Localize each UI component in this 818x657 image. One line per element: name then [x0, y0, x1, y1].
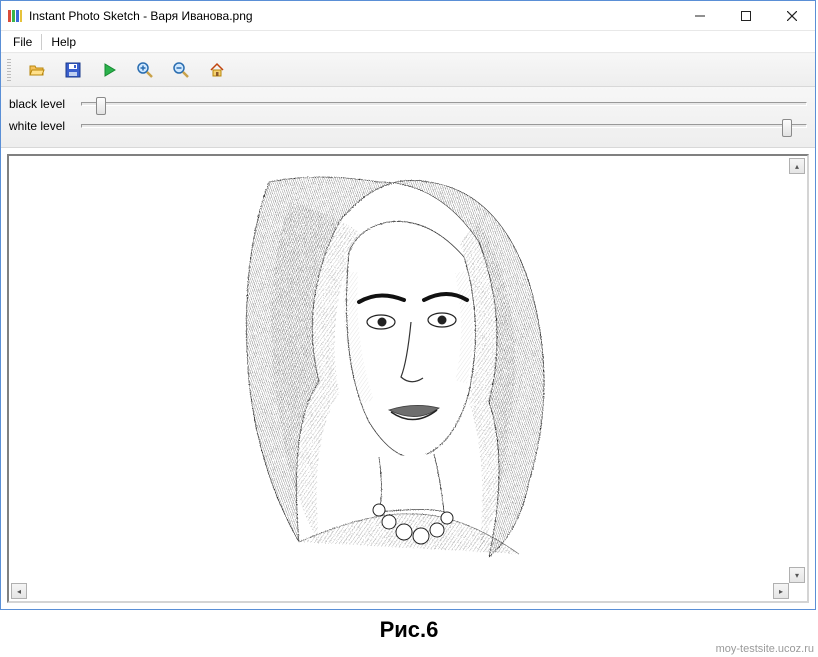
- black-level-row: black level: [9, 93, 807, 115]
- canvas-area[interactable]: ▴ ▾ ◂ ▸: [7, 154, 809, 603]
- scroll-down-button[interactable]: ▾: [789, 567, 805, 583]
- run-button[interactable]: [97, 58, 121, 82]
- menu-file[interactable]: File: [5, 33, 40, 51]
- titlebar: Instant Photo Sketch - Варя Иванова.png: [1, 1, 815, 31]
- close-button[interactable]: [769, 1, 815, 30]
- home-button[interactable]: [205, 58, 229, 82]
- menu-separator: [41, 34, 42, 50]
- figure-caption: Рис.6: [0, 617, 818, 643]
- zoom-out-button[interactable]: [169, 58, 193, 82]
- menubar: File Help: [1, 31, 815, 53]
- scroll-left-button[interactable]: ◂: [11, 583, 27, 599]
- sliders-panel: black level white level: [1, 87, 815, 148]
- white-level-label: white level: [9, 119, 75, 133]
- window-controls: [677, 1, 815, 30]
- sketch-image: [229, 162, 555, 562]
- app-window: Instant Photo Sketch - Варя Иванова.png …: [0, 0, 816, 610]
- open-button[interactable]: [25, 58, 49, 82]
- black-level-thumb[interactable]: [96, 97, 106, 115]
- save-button[interactable]: [61, 58, 85, 82]
- toolbar: [1, 53, 815, 87]
- white-level-row: white level: [9, 115, 807, 137]
- watermark: moy-testsite.ucoz.ru: [716, 643, 814, 655]
- white-level-thumb[interactable]: [782, 119, 792, 137]
- scroll-right-button[interactable]: ▸: [773, 583, 789, 599]
- maximize-button[interactable]: [723, 1, 769, 30]
- white-level-slider[interactable]: [81, 124, 807, 128]
- scroll-up-button[interactable]: ▴: [789, 158, 805, 174]
- toolbar-grip: [7, 59, 11, 81]
- minimize-button[interactable]: [677, 1, 723, 30]
- black-level-slider[interactable]: [81, 102, 807, 106]
- black-level-label: black level: [9, 97, 75, 111]
- zoom-in-button[interactable]: [133, 58, 157, 82]
- app-icon: [7, 8, 23, 24]
- menu-help[interactable]: Help: [43, 33, 84, 51]
- window-title: Instant Photo Sketch - Варя Иванова.png: [29, 9, 677, 23]
